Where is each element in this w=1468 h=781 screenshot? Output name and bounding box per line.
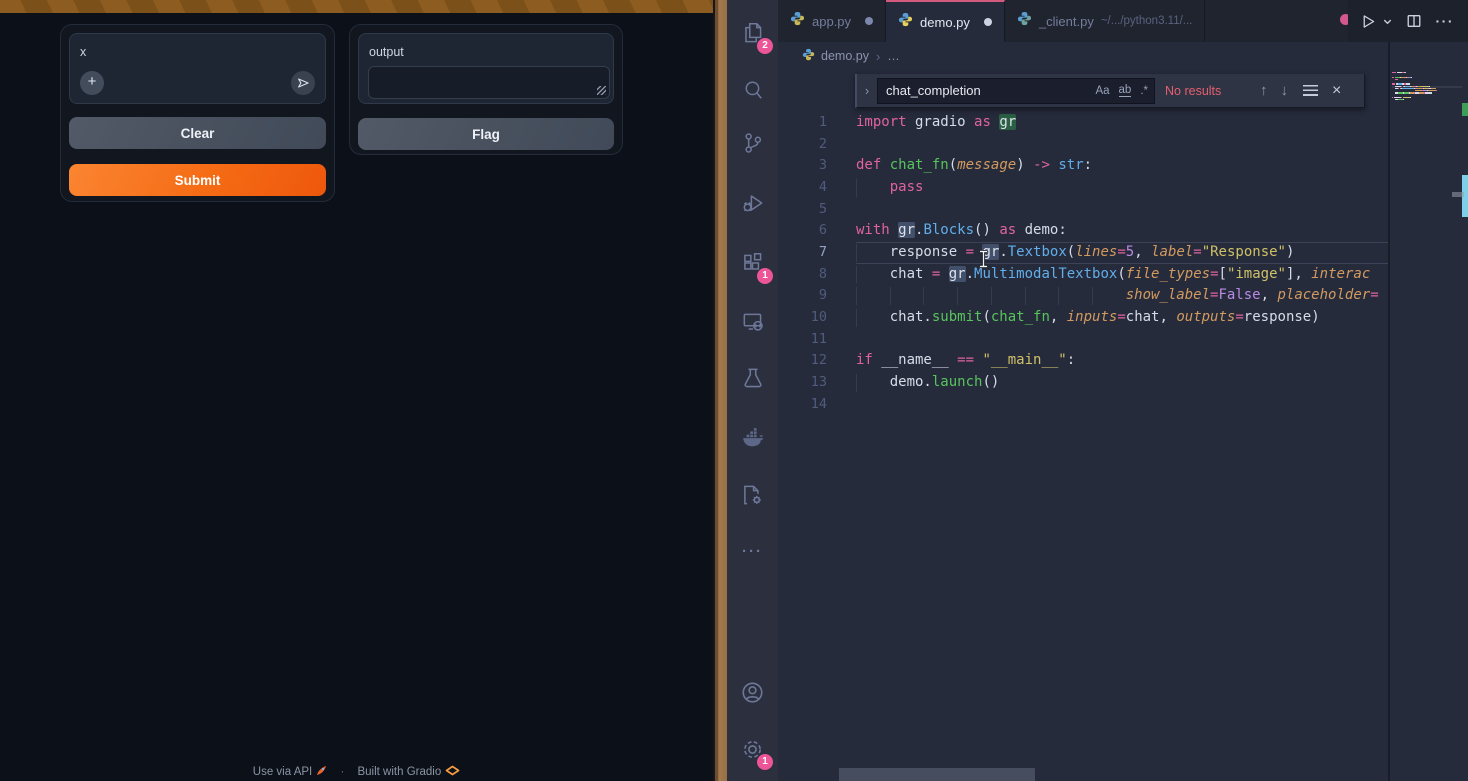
clear-button[interactable]: Clear [69, 117, 326, 149]
more-views-icon[interactable]: ··· [727, 528, 778, 574]
loading-stripe-bar [0, 0, 713, 13]
window-divider [713, 0, 727, 781]
makefile-tools-icon[interactable] [727, 472, 778, 518]
tab-label: app.py [812, 14, 851, 29]
code-lines[interactable]: import gradio as grdef chat_fn(message) … [856, 112, 1389, 415]
tab-path-description: ~/.../python3.11/... [1101, 15, 1193, 27]
run-python-file-button[interactable] [1360, 13, 1393, 30]
horizontal-scrollbar[interactable] [839, 768, 1035, 781]
find-input[interactable]: chat_completion Aa ab .* [877, 78, 1155, 104]
extensions-badge: 1 [757, 268, 773, 284]
docker-icon[interactable] [727, 414, 778, 460]
output-label: output [369, 45, 404, 59]
explorer-icon[interactable]: 2 [727, 10, 778, 56]
minimap-code[interactable] [1392, 72, 1462, 104]
settings-badge: 1 [757, 754, 773, 770]
find-expand-chevron-icon[interactable]: › [857, 83, 877, 98]
search-icon[interactable] [727, 67, 778, 113]
tab-client-py[interactable]: _client.py ~/.../python3.11/... [1005, 0, 1205, 42]
gutter: 1234567891011121314 [778, 112, 832, 415]
use-via-api-link[interactable]: Use via API [253, 766, 312, 778]
gradio-app-pane: x + Clear Submit output Flag Use vi [0, 0, 713, 781]
gradio-footer: Use via API · Built with Gradio [0, 765, 713, 779]
python-file-icon [1017, 11, 1032, 31]
output-textarea[interactable] [368, 66, 610, 99]
split-editor-icon[interactable] [1406, 13, 1422, 29]
input-label: x [80, 45, 86, 59]
attach-file-button[interactable]: + [80, 71, 104, 95]
tab-demo-py[interactable]: demo.py [886, 0, 1005, 42]
built-with-gradio-link[interactable]: Built with Gradio [357, 766, 441, 778]
breadcrumb[interactable]: demo.py › … [778, 42, 900, 70]
settings-gear-icon[interactable]: 1 [727, 726, 778, 772]
modified-dot-icon[interactable] [865, 17, 873, 25]
screen: x + Clear Submit output Flag Use vi [0, 0, 1468, 781]
find-close-icon[interactable]: × [1332, 82, 1341, 100]
chevron-down-icon[interactable] [1382, 16, 1393, 27]
multimodal-input-block[interactable]: x + [69, 33, 326, 104]
send-button[interactable] [291, 71, 315, 95]
gradio-logo-icon [445, 765, 460, 779]
tab-label: demo.py [920, 15, 970, 30]
breadcrumb-symbol[interactable]: … [887, 49, 900, 63]
explorer-badge: 2 [757, 38, 773, 54]
output-block: output [358, 33, 614, 104]
ruler-mark-grey [1452, 192, 1464, 197]
breadcrumb-chevron-icon: › [876, 49, 880, 64]
input-column-group: x + Clear Submit [60, 24, 335, 202]
modified-dot-icon[interactable] [984, 18, 992, 26]
source-control-icon[interactable] [727, 120, 778, 166]
python-file-icon [790, 11, 805, 31]
python-file-icon [898, 12, 913, 32]
testing-beaker-icon[interactable] [727, 355, 778, 401]
overview-ruler [1462, 0, 1468, 781]
regex-icon[interactable]: .* [1140, 85, 1148, 97]
mouse-ibeam-cursor [978, 250, 989, 273]
match-case-icon[interactable]: Aa [1095, 85, 1109, 97]
remote-explorer-icon[interactable] [727, 299, 778, 345]
find-results-status: No results [1165, 84, 1247, 98]
run-debug-icon[interactable] [727, 180, 778, 226]
more-actions-icon[interactable]: ··· [1436, 13, 1455, 29]
python-file-icon [802, 48, 815, 64]
footer-separator: · [340, 766, 344, 778]
ruler-mark-green [1462, 103, 1468, 116]
tab-label: _client.py [1039, 14, 1094, 29]
output-column-group: output Flag [349, 24, 623, 155]
extensions-icon[interactable]: 1 [727, 240, 778, 286]
submit-button[interactable]: Submit [69, 164, 326, 196]
editor-actions: ··· [1348, 0, 1468, 42]
find-query-text[interactable]: chat_completion [886, 83, 1086, 98]
whole-word-icon[interactable]: ab [1119, 84, 1132, 97]
flag-button[interactable]: Flag [358, 118, 614, 150]
minimap-divider [1388, 42, 1390, 781]
resize-handle-icon[interactable] [597, 86, 606, 95]
account-icon[interactable] [727, 669, 778, 715]
find-next-icon[interactable]: ↓ [1281, 82, 1289, 99]
tab-app-py[interactable]: app.py [778, 0, 886, 42]
paper-plane-icon [295, 75, 311, 91]
editor-pane: app.py demo.py _client.py ~/.../python3.… [778, 0, 1468, 781]
find-widget: › chat_completion Aa ab .* No results ↑ … [855, 74, 1365, 108]
play-icon [1360, 13, 1377, 30]
rocket-icon [316, 765, 327, 779]
find-previous-icon[interactable]: ↑ [1260, 82, 1268, 99]
breadcrumb-file[interactable]: demo.py [821, 49, 869, 63]
activity-bar: 2 1 ··· [727, 0, 778, 781]
find-in-selection-icon[interactable] [1303, 85, 1318, 96]
